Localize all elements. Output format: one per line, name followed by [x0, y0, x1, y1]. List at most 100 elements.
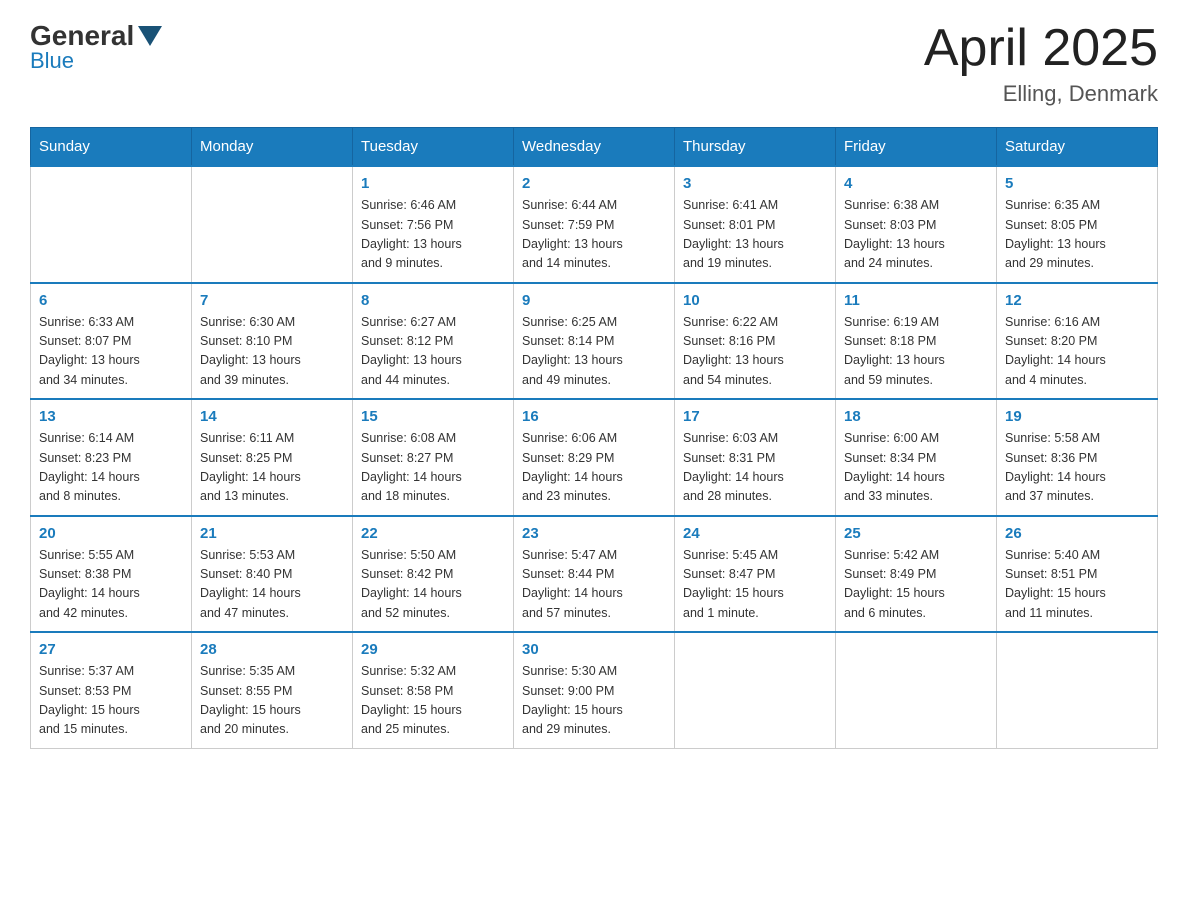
calendar-cell: 3 Sunrise: 6:41 AMSunset: 8:01 PMDaylight…: [675, 166, 836, 283]
week-row-2: 6Sunrise: 6:33 AMSunset: 8:07 PMDaylight…: [31, 283, 1158, 400]
day-info: Sunrise: 6:00 AMSunset: 8:34 PMDaylight:…: [844, 429, 988, 507]
day-info: Sunrise: 6:44 AMSunset: 7:59 PMDaylight:…: [522, 196, 666, 274]
calendar-cell: 8 Sunrise: 6:27 AMSunset: 8:12 PMDaylight…: [353, 283, 514, 400]
calendar-cell: 11Sunrise: 6:19 AMSunset: 8:18 PMDayligh…: [836, 283, 997, 400]
day-info: Sunrise: 5:55 AMSunset: 8:38 PMDaylight:…: [39, 546, 183, 624]
day-info: Sunrise: 6:30 AMSunset: 8:10 PMDaylight:…: [200, 313, 344, 391]
day-number: 27: [39, 641, 183, 658]
calendar-cell: 17Sunrise: 6:03 AMSunset: 8:31 PMDayligh…: [675, 399, 836, 516]
day-number: 12: [1005, 292, 1149, 309]
day-info: Sunrise: 5:32 AMSunset: 8:58 PMDaylight:…: [361, 662, 505, 740]
calendar-cell: 2 Sunrise: 6:44 AMSunset: 7:59 PMDaylight…: [514, 166, 675, 283]
day-info: Sunrise: 5:58 AMSunset: 8:36 PMDaylight:…: [1005, 429, 1149, 507]
day-info: Sunrise: 6:06 AMSunset: 8:29 PMDaylight:…: [522, 429, 666, 507]
day-info: Sunrise: 5:53 AMSunset: 8:40 PMDaylight:…: [200, 546, 344, 624]
weekday-header-friday: Friday: [836, 128, 997, 167]
calendar-cell: [192, 166, 353, 283]
calendar-title: April 2025: [924, 20, 1158, 77]
day-info: Sunrise: 5:30 AMSunset: 9:00 PMDaylight:…: [522, 662, 666, 740]
day-info: Sunrise: 6:41 AMSunset: 8:01 PMDaylight:…: [683, 196, 827, 274]
week-row-1: 1Sunrise: 6:46 AMSunset: 7:56 PMDaylight…: [31, 166, 1158, 283]
day-number: 6: [39, 292, 183, 309]
calendar-cell: 28 Sunrise: 5:35 AMSunset: 8:55 PMDayligh…: [192, 632, 353, 748]
day-info: Sunrise: 6:25 AMSunset: 8:14 PMDaylight:…: [522, 313, 666, 391]
day-number: 5: [1005, 175, 1149, 192]
day-number: 10: [683, 292, 827, 309]
calendar-cell: 10 Sunrise: 6:22 AMSunset: 8:16 PMDayligh…: [675, 283, 836, 400]
calendar-cell: [675, 632, 836, 748]
day-number: 30: [522, 641, 666, 658]
weekday-header-tuesday: Tuesday: [353, 128, 514, 167]
day-number: 20: [39, 525, 183, 542]
logo-triangle-icon: [138, 26, 162, 46]
day-number: 1: [361, 175, 505, 192]
calendar-cell: 15Sunrise: 6:08 AMSunset: 8:27 PMDayligh…: [353, 399, 514, 516]
day-number: 25: [844, 525, 988, 542]
logo-blue-text: Blue: [30, 48, 74, 74]
day-number: 8: [361, 292, 505, 309]
calendar-cell: [997, 632, 1158, 748]
calendar-cell: 7 Sunrise: 6:30 AMSunset: 8:10 PMDaylight…: [192, 283, 353, 400]
title-block: April 2025 Elling, Denmark: [924, 20, 1158, 107]
day-number: 29: [361, 641, 505, 658]
day-number: 23: [522, 525, 666, 542]
calendar-cell: 18 Sunrise: 6:00 AMSunset: 8:34 PMDayligh…: [836, 399, 997, 516]
day-info: Sunrise: 6:14 AMSunset: 8:23 PMDaylight:…: [39, 429, 183, 507]
day-info: Sunrise: 5:40 AMSunset: 8:51 PMDaylight:…: [1005, 546, 1149, 624]
day-number: 17: [683, 408, 827, 425]
calendar-cell: 4 Sunrise: 6:38 AMSunset: 8:03 PMDaylight…: [836, 166, 997, 283]
calendar-cell: 22Sunrise: 5:50 AMSunset: 8:42 PMDayligh…: [353, 516, 514, 633]
day-info: Sunrise: 6:35 AMSunset: 8:05 PMDaylight:…: [1005, 196, 1149, 274]
day-number: 28: [200, 641, 344, 658]
day-number: 19: [1005, 408, 1149, 425]
calendar-cell: 16 Sunrise: 6:06 AMSunset: 8:29 PMDayligh…: [514, 399, 675, 516]
calendar-cell: 1Sunrise: 6:46 AMSunset: 7:56 PMDaylight…: [353, 166, 514, 283]
page-header: General Blue April 2025 Elling, Denmark: [30, 20, 1158, 107]
day-number: 15: [361, 408, 505, 425]
calendar-cell: 23 Sunrise: 5:47 AMSunset: 8:44 PMDayligh…: [514, 516, 675, 633]
calendar-cell: 24Sunrise: 5:45 AMSunset: 8:47 PMDayligh…: [675, 516, 836, 633]
weekday-header-row: SundayMondayTuesdayWednesdayThursdayFrid…: [31, 128, 1158, 167]
calendar-cell: 27 Sunrise: 5:37 AMSunset: 8:53 PMDayligh…: [31, 632, 192, 748]
day-number: 21: [200, 525, 344, 542]
day-info: Sunrise: 5:47 AMSunset: 8:44 PMDaylight:…: [522, 546, 666, 624]
day-info: Sunrise: 5:37 AMSunset: 8:53 PMDaylight:…: [39, 662, 183, 740]
day-info: Sunrise: 6:22 AMSunset: 8:16 PMDaylight:…: [683, 313, 827, 391]
calendar-cell: 20 Sunrise: 5:55 AMSunset: 8:38 PMDayligh…: [31, 516, 192, 633]
week-row-4: 20 Sunrise: 5:55 AMSunset: 8:38 PMDayligh…: [31, 516, 1158, 633]
calendar-cell: 30 Sunrise: 5:30 AMSunset: 9:00 PMDayligh…: [514, 632, 675, 748]
day-number: 11: [844, 292, 988, 309]
day-number: 3: [683, 175, 827, 192]
day-number: 13: [39, 408, 183, 425]
weekday-header-thursday: Thursday: [675, 128, 836, 167]
calendar-cell: 19 Sunrise: 5:58 AMSunset: 8:36 PMDayligh…: [997, 399, 1158, 516]
day-number: 16: [522, 408, 666, 425]
day-info: Sunrise: 6:16 AMSunset: 8:20 PMDaylight:…: [1005, 313, 1149, 391]
day-info: Sunrise: 6:27 AMSunset: 8:12 PMDaylight:…: [361, 313, 505, 391]
weekday-header-wednesday: Wednesday: [514, 128, 675, 167]
day-info: Sunrise: 5:42 AMSunset: 8:49 PMDaylight:…: [844, 546, 988, 624]
day-info: Sunrise: 6:38 AMSunset: 8:03 PMDaylight:…: [844, 196, 988, 274]
day-number: 9: [522, 292, 666, 309]
day-number: 4: [844, 175, 988, 192]
day-number: 7: [200, 292, 344, 309]
calendar-cell: 5 Sunrise: 6:35 AMSunset: 8:05 PMDaylight…: [997, 166, 1158, 283]
calendar-cell: 9 Sunrise: 6:25 AMSunset: 8:14 PMDaylight…: [514, 283, 675, 400]
day-number: 22: [361, 525, 505, 542]
day-number: 26: [1005, 525, 1149, 542]
day-number: 14: [200, 408, 344, 425]
calendar-cell: 25 Sunrise: 5:42 AMSunset: 8:49 PMDayligh…: [836, 516, 997, 633]
day-number: 2: [522, 175, 666, 192]
calendar-cell: 26 Sunrise: 5:40 AMSunset: 8:51 PMDayligh…: [997, 516, 1158, 633]
day-info: Sunrise: 5:35 AMSunset: 8:55 PMDaylight:…: [200, 662, 344, 740]
day-info: Sunrise: 6:11 AMSunset: 8:25 PMDaylight:…: [200, 429, 344, 507]
calendar-cell: 21 Sunrise: 5:53 AMSunset: 8:40 PMDayligh…: [192, 516, 353, 633]
calendar-cell: [836, 632, 997, 748]
calendar-cell: 12 Sunrise: 6:16 AMSunset: 8:20 PMDayligh…: [997, 283, 1158, 400]
calendar-cell: 14 Sunrise: 6:11 AMSunset: 8:25 PMDayligh…: [192, 399, 353, 516]
calendar-cell: 6Sunrise: 6:33 AMSunset: 8:07 PMDaylight…: [31, 283, 192, 400]
calendar-subtitle: Elling, Denmark: [924, 81, 1158, 107]
weekday-header-monday: Monday: [192, 128, 353, 167]
calendar-cell: [31, 166, 192, 283]
day-number: 18: [844, 408, 988, 425]
